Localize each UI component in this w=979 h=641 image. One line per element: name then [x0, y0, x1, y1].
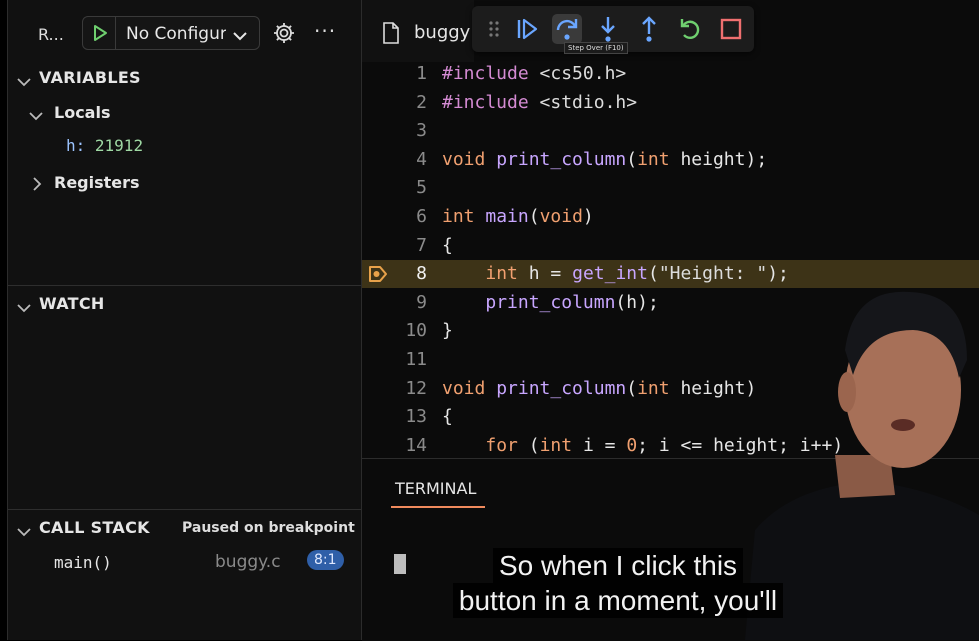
step-out-icon[interactable]: [634, 14, 664, 44]
line-number: 14: [405, 434, 427, 456]
section-divider: [7, 509, 361, 510]
stop-icon[interactable]: [716, 14, 746, 44]
watch-section-header[interactable]: WATCH: [7, 293, 361, 317]
code-text: #include <cs50.h>: [442, 63, 627, 84]
more-icon[interactable]: ···: [314, 19, 336, 43]
gear-icon[interactable]: [272, 21, 296, 49]
code-text: }: [442, 320, 453, 342]
line-number: 12: [405, 377, 427, 399]
variable-name: h:: [66, 136, 86, 155]
section-divider: [7, 285, 361, 286]
call-stack-frame[interactable]: main() buggy.c 8:1: [7, 548, 361, 578]
step-into-icon[interactable]: [593, 14, 623, 44]
config-label: No Configur: [126, 24, 226, 44]
breakpoint-icon[interactable]: [368, 265, 388, 288]
code-text: {: [442, 234, 453, 256]
line-number: 1: [416, 63, 427, 84]
line-number: 9: [416, 291, 427, 313]
chevron-down-icon: [17, 298, 31, 317]
frame-function: main(): [54, 553, 112, 572]
play-icon[interactable]: [91, 24, 109, 46]
restart-icon[interactable]: [675, 14, 705, 44]
continue-icon[interactable]: [512, 14, 542, 44]
line-number: 5: [416, 177, 427, 199]
chevron-right-icon: [32, 176, 42, 195]
active-tab-indicator: [391, 506, 485, 508]
line-number: 10: [405, 320, 427, 342]
line-number: 11: [405, 349, 427, 370]
line-number: 8: [416, 263, 427, 285]
tab-label: buggy: [414, 22, 471, 43]
chevron-down-icon: [17, 72, 31, 91]
call-stack-label: CALL STACK: [39, 518, 150, 537]
run-debug-bar: R... No Configur ···: [7, 16, 361, 50]
code-line[interactable]: 2 #include <stdio.h>: [362, 89, 979, 117]
line-number: 7: [416, 234, 427, 256]
frame-file: buggy.c: [215, 552, 281, 572]
debug-sidebar: R... No Configur ··· VARIABLES Locals h:…: [7, 0, 361, 640]
chevron-down-icon: [17, 522, 31, 541]
run-view-title: R...: [38, 25, 64, 44]
step-over-icon[interactable]: [552, 14, 582, 44]
drag-handle-icon[interactable]: [480, 14, 510, 44]
code-text: {: [442, 406, 453, 428]
code-text: int h = get_int("Height: ");: [485, 263, 789, 285]
code-line[interactable]: 5: [362, 174, 979, 202]
config-separator: [115, 17, 116, 49]
code-text: #include <stdio.h>: [442, 91, 638, 113]
code-text: void print_column(int height);: [442, 148, 768, 170]
line-number: 2: [416, 91, 427, 113]
code-line[interactable]: 1 #include <cs50.h>: [362, 60, 979, 88]
launch-configuration-dropdown[interactable]: No Configur: [82, 16, 260, 50]
variable-h[interactable]: h: 21912: [66, 136, 143, 155]
code-line[interactable]: 7{: [362, 232, 979, 260]
step-over-tooltip: Step Over (F10): [564, 42, 628, 54]
code-text: int main(void): [442, 206, 594, 227]
sidebar-border: [7, 0, 8, 640]
code-line[interactable]: 6 int main(void): [362, 203, 979, 231]
file-icon: [382, 22, 400, 48]
video-captions: So when I click this button in a moment,…: [433, 548, 803, 618]
code-line[interactable]: 4 void print_column(int height);: [362, 146, 979, 174]
variable-value: 21912: [94, 136, 144, 155]
frame-position-badge: 8:1: [307, 550, 344, 570]
caption-line-2: button in a moment, you'll: [452, 583, 784, 618]
chevron-down-icon: [232, 27, 248, 46]
registers-label: Registers: [54, 173, 140, 192]
caption-line-1: So when I click this: [492, 548, 744, 583]
line-number: 3: [416, 120, 427, 142]
tab-terminal[interactable]: TERMINAL: [395, 479, 476, 498]
chevron-down-icon: [29, 106, 43, 125]
code-text: print_column(h);: [485, 291, 659, 313]
editor-tab-buggy[interactable]: buggy: [362, 0, 474, 62]
line-number: 6: [416, 206, 427, 227]
variables-section-header[interactable]: VARIABLES: [7, 67, 361, 91]
call-stack-status: Paused on breakpoint: [182, 520, 355, 536]
watch-label: WATCH: [39, 294, 105, 313]
terminal-cursor: [394, 554, 406, 574]
code-line[interactable]: 3: [362, 117, 979, 145]
locals-label: Locals: [54, 103, 111, 122]
variables-label: VARIABLES: [39, 68, 141, 87]
code-text: void print_column(int height): [442, 377, 757, 399]
line-number: 4: [416, 148, 427, 170]
line-number: 13: [405, 406, 427, 428]
